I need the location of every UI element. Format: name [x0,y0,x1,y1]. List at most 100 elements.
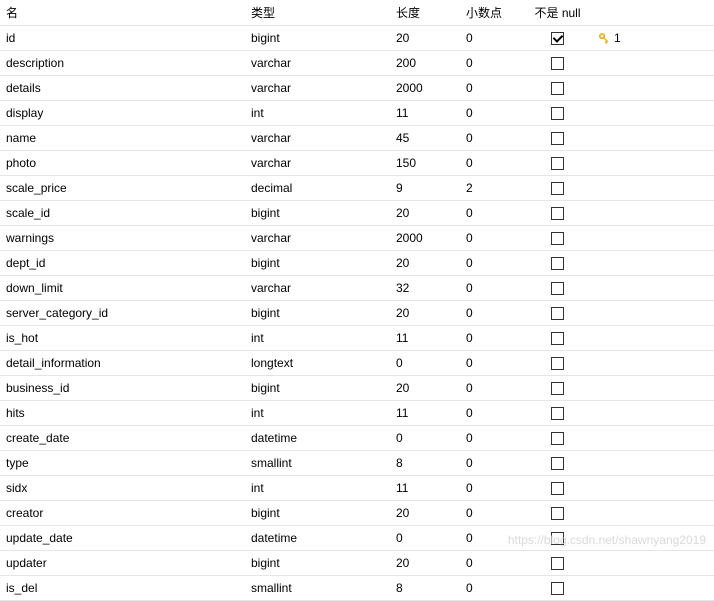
cell-length[interactable]: 11 [390,101,460,126]
cell-length[interactable]: 20 [390,501,460,526]
checkbox-notnull[interactable] [551,32,564,45]
checkbox-notnull[interactable] [551,182,564,195]
cell-type[interactable]: varchar [245,51,390,76]
cell-name[interactable]: photo [0,151,245,176]
checkbox-notnull[interactable] [551,382,564,395]
cell-notnull[interactable] [525,26,590,51]
table-row[interactable]: creatorbigint200 [0,501,714,526]
cell-type[interactable]: bigint [245,201,390,226]
cell-length[interactable]: 20 [390,376,460,401]
cell-notnull[interactable] [525,151,590,176]
cell-name[interactable]: id [0,26,245,51]
header-scale[interactable]: 小数点 [460,0,525,26]
cell-name[interactable]: warnings [0,226,245,251]
table-row[interactable]: photovarchar1500 [0,151,714,176]
cell-notnull[interactable] [525,251,590,276]
checkbox-notnull[interactable] [551,432,564,445]
cell-name[interactable]: display [0,101,245,126]
cell-scale[interactable]: 0 [460,151,525,176]
cell-length[interactable]: 45 [390,126,460,151]
cell-notnull[interactable] [525,226,590,251]
cell-name[interactable]: is_del [0,576,245,601]
table-row[interactable]: warningsvarchar20000 [0,226,714,251]
checkbox-notnull[interactable] [551,457,564,470]
cell-length[interactable]: 11 [390,401,460,426]
checkbox-notnull[interactable] [551,207,564,220]
table-row[interactable]: is_delsmallint80 [0,576,714,601]
cell-notnull[interactable] [525,101,590,126]
cell-notnull[interactable] [525,301,590,326]
checkbox-notnull[interactable] [551,157,564,170]
cell-scale[interactable]: 0 [460,576,525,601]
table-row[interactable]: server_category_idbigint200 [0,301,714,326]
cell-name[interactable]: creator [0,501,245,526]
cell-length[interactable]: 32 [390,276,460,301]
cell-length[interactable]: 0 [390,351,460,376]
cell-name[interactable]: dept_id [0,251,245,276]
cell-notnull[interactable] [525,476,590,501]
cell-type[interactable]: smallint [245,451,390,476]
cell-type[interactable]: datetime [245,526,390,551]
cell-length[interactable]: 8 [390,451,460,476]
cell-length[interactable]: 11 [390,326,460,351]
cell-length[interactable]: 20 [390,301,460,326]
checkbox-notnull[interactable] [551,307,564,320]
cell-type[interactable]: bigint [245,26,390,51]
cell-notnull[interactable] [525,526,590,551]
cell-scale[interactable]: 0 [460,126,525,151]
table-row[interactable]: hitsint110 [0,401,714,426]
table-row[interactable]: scale_idbigint200 [0,201,714,226]
cell-type[interactable]: varchar [245,226,390,251]
cell-scale[interactable]: 0 [460,426,525,451]
cell-length[interactable]: 9 [390,176,460,201]
cell-type[interactable]: bigint [245,251,390,276]
cell-name[interactable]: name [0,126,245,151]
cell-scale[interactable]: 0 [460,301,525,326]
table-row[interactable]: detail_informationlongtext00 [0,351,714,376]
cell-notnull[interactable] [525,451,590,476]
header-type[interactable]: 类型 [245,0,390,26]
cell-notnull[interactable] [525,276,590,301]
cell-name[interactable]: down_limit [0,276,245,301]
header-key[interactable] [590,0,714,26]
header-name[interactable]: 名 [0,0,245,26]
cell-scale[interactable]: 0 [460,351,525,376]
cell-name[interactable]: updater [0,551,245,576]
cell-name[interactable]: detail_information [0,351,245,376]
checkbox-notnull[interactable] [551,582,564,595]
cell-name[interactable]: description [0,51,245,76]
table-row[interactable]: is_hotint110 [0,326,714,351]
cell-scale[interactable]: 0 [460,76,525,101]
cell-notnull[interactable] [525,76,590,101]
header-length[interactable]: 长度 [390,0,460,26]
checkbox-notnull[interactable] [551,132,564,145]
table-row[interactable]: typesmallint80 [0,451,714,476]
cell-type[interactable]: int [245,326,390,351]
cell-scale[interactable]: 0 [460,526,525,551]
checkbox-notnull[interactable] [551,82,564,95]
table-row[interactable]: create_datedatetime00 [0,426,714,451]
checkbox-notnull[interactable] [551,532,564,545]
cell-length[interactable]: 20 [390,26,460,51]
checkbox-notnull[interactable] [551,232,564,245]
cell-scale[interactable]: 2 [460,176,525,201]
table-row[interactable]: business_idbigint200 [0,376,714,401]
cell-length[interactable]: 2000 [390,76,460,101]
cell-scale[interactable]: 0 [460,401,525,426]
cell-notnull[interactable] [525,426,590,451]
cell-notnull[interactable] [525,501,590,526]
cell-type[interactable]: int [245,476,390,501]
cell-type[interactable]: int [245,101,390,126]
cell-length[interactable]: 2000 [390,226,460,251]
cell-scale[interactable]: 0 [460,51,525,76]
cell-scale[interactable]: 0 [460,501,525,526]
cell-type[interactable]: int [245,401,390,426]
table-row[interactable]: down_limitvarchar320 [0,276,714,301]
cell-notnull[interactable] [525,126,590,151]
cell-scale[interactable]: 0 [460,451,525,476]
cell-type[interactable]: decimal [245,176,390,201]
cell-scale[interactable]: 0 [460,251,525,276]
cell-length[interactable]: 20 [390,201,460,226]
cell-notnull[interactable] [525,51,590,76]
cell-name[interactable]: details [0,76,245,101]
